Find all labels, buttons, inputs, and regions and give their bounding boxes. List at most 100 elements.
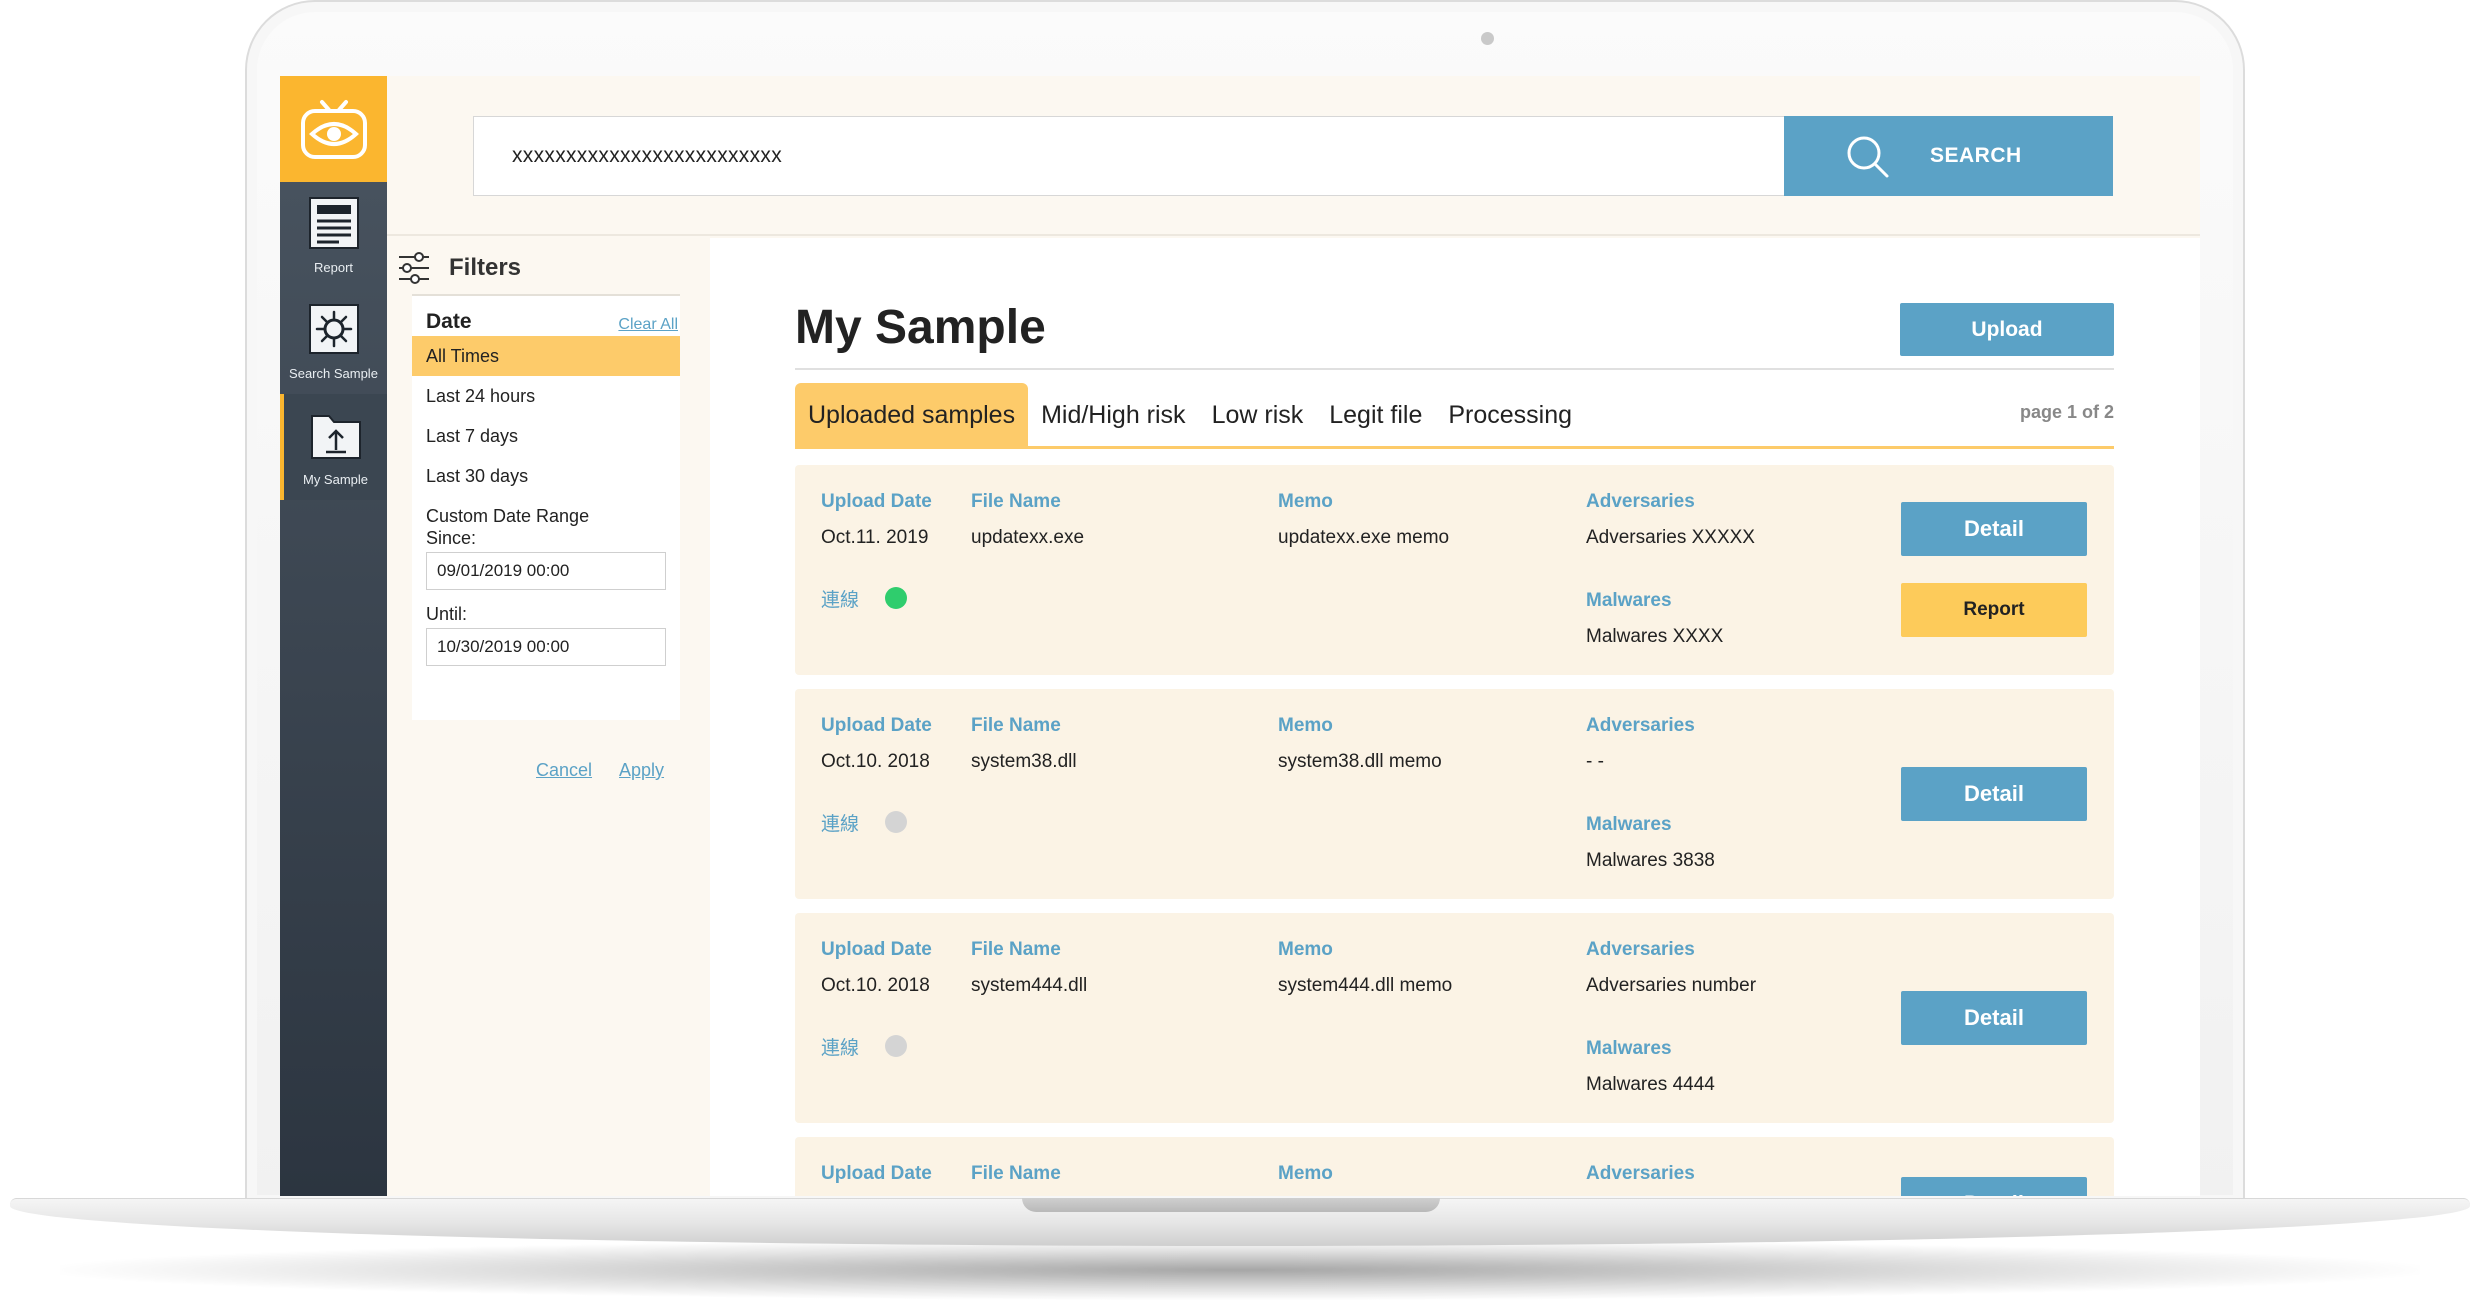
file-name-value: system444.dll	[971, 975, 1088, 996]
adversaries-value: Adversaries number	[1586, 975, 1757, 996]
memo-header: Memo	[1278, 939, 1333, 960]
tab-bar: Uploaded samples Mid/High risk Low risk …	[795, 383, 1585, 447]
sample-card: Upload Date File Name Memo Adversaries O…	[795, 689, 2114, 899]
memo-value: system38.dll memo	[1278, 751, 1442, 772]
adversaries-header: Adversaries	[1586, 715, 1695, 736]
connection-status-dot	[885, 1035, 907, 1057]
upload-date-header: Upload Date	[821, 491, 932, 512]
report-button[interactable]: Report	[1901, 583, 2087, 637]
file-name-header: File Name	[971, 1163, 1061, 1184]
page-indicator: page 1 of 2	[2019, 402, 2114, 422]
memo-header: Memo	[1278, 1163, 1333, 1184]
camera-dot	[1481, 32, 1494, 45]
filters-title: Filters	[449, 254, 522, 281]
filter-option-last-24-hours[interactable]: Last 24 hours	[412, 376, 680, 416]
sidebar-item-my-sample[interactable]: My Sample	[280, 394, 387, 500]
page-title: My Sample	[795, 301, 1046, 354]
sidebar-item-search-sample[interactable]: Search Sample	[280, 288, 387, 394]
adversaries-header: Adversaries	[1586, 1163, 1695, 1184]
file-name-header: File Name	[971, 491, 1061, 512]
file-name-header: File Name	[971, 715, 1061, 736]
search-icon	[1847, 136, 1889, 178]
filters-panel: Date Clear All All Times Last 24 hours L…	[412, 294, 680, 780]
connection-status-dot	[885, 811, 907, 833]
tab-processing[interactable]: Processing	[1435, 383, 1585, 447]
malwares-value: Malwares XXXX	[1586, 626, 1724, 647]
sidebar: Report Search Sample My Sample	[280, 76, 387, 1196]
adversaries-header: Adversaries	[1586, 491, 1695, 512]
filter-option-last-7-days[interactable]: Last 7 days	[412, 416, 680, 456]
app-screen: Report Search Sample My Sample xxxxxxxxx…	[280, 76, 2200, 1196]
file-name-value: updatexx.exe	[971, 527, 1085, 548]
file-name-value: system38.dll	[971, 751, 1077, 772]
connection-label: 連線	[821, 590, 860, 611]
sidebar-item-label: My Sample	[302, 472, 369, 487]
clear-all-link[interactable]: Clear All	[618, 316, 678, 334]
search-input-value: xxxxxxxxxxxxxxxxxxxxxxxxx	[512, 144, 782, 167]
sample-card: Upload Date File Name Memo Adversaries O…	[795, 465, 2114, 675]
apply-link[interactable]: Apply	[619, 760, 664, 781]
adversaries-value: Adversaries XXXXX	[1586, 527, 1755, 548]
since-label: Since:	[426, 528, 477, 548]
malwares-header: Malwares	[1586, 814, 1672, 835]
upload-folder-icon	[310, 415, 361, 459]
since-date-field[interactable]: 09/01/2019 00:00	[426, 552, 666, 590]
filters-header: Filters	[397, 248, 697, 288]
adversaries-value: - -	[1586, 751, 1604, 772]
file-name-header: File Name	[971, 939, 1061, 960]
connection-label: 連線	[821, 1038, 860, 1059]
laptop-shadow	[60, 1240, 2420, 1300]
since-date-value: 09/01/2019 00:00	[437, 561, 570, 580]
connection-label: 連線	[821, 814, 860, 835]
memo-value: updatexx.exe memo	[1278, 527, 1450, 548]
main-content: My Sample Upload Uploaded samples Mid/Hi…	[710, 238, 2200, 1196]
tab-mid-high-risk[interactable]: Mid/High risk	[1028, 383, 1198, 447]
upload-button[interactable]: Upload	[1900, 303, 2114, 356]
malwares-value: Malwares 4444	[1586, 1074, 1715, 1095]
detail-button[interactable]: Detail	[1901, 1177, 2087, 1196]
search-button[interactable]: SEARCH	[1784, 116, 2113, 196]
sample-card: Upload Date File Name Memo Adversaries O…	[795, 913, 2114, 1123]
logo[interactable]	[280, 76, 387, 182]
upload-date-header: Upload Date	[821, 939, 932, 960]
virus-search-icon	[308, 304, 359, 354]
filter-option-all-times[interactable]: All Times	[412, 336, 680, 376]
search-input[interactable]: xxxxxxxxxxxxxxxxxxxxxxxxx	[473, 116, 1784, 196]
upload-date-value: Oct.10. 2018	[821, 975, 930, 996]
sidebar-item-report[interactable]: Report	[280, 182, 387, 288]
tab-low-risk[interactable]: Low risk	[1199, 383, 1317, 447]
filter-option-last-30-days[interactable]: Last 30 days	[412, 456, 680, 496]
sliders-icon	[399, 252, 429, 284]
report-doc-icon	[308, 197, 359, 249]
search-button-label: SEARCH	[1930, 144, 2022, 167]
upload-date-value: Oct.10. 2018	[821, 751, 930, 772]
detail-button[interactable]: Detail	[1901, 767, 2087, 821]
tab-legit-file[interactable]: Legit file	[1316, 383, 1435, 447]
tab-uploaded-samples[interactable]: Uploaded samples	[795, 383, 1029, 447]
malwares-header: Malwares	[1586, 1038, 1672, 1059]
until-date-value: 10/30/2019 00:00	[437, 637, 570, 656]
connection-status-dot	[885, 587, 907, 609]
eye-tv-logo-icon	[300, 100, 367, 159]
cancel-link[interactable]: Cancel	[536, 760, 592, 781]
header-divider	[387, 234, 2200, 236]
memo-header: Memo	[1278, 715, 1333, 736]
until-date-field[interactable]: 10/30/2019 00:00	[426, 628, 666, 666]
malwares-header: Malwares	[1586, 590, 1672, 611]
sidebar-item-label: Search Sample	[289, 366, 378, 381]
sidebar-item-label: Report	[313, 260, 354, 275]
laptop-notch	[1022, 1198, 1440, 1212]
memo-value: system444.dll memo	[1278, 975, 1453, 996]
detail-button[interactable]: Detail	[1901, 991, 2087, 1045]
upload-date-header: Upload Date	[821, 715, 932, 736]
until-label: Until:	[426, 604, 468, 624]
filter-section-date: Date	[426, 310, 472, 333]
tabs-underline	[795, 446, 2114, 449]
upload-date-header: Upload Date	[821, 1163, 932, 1184]
sample-card: Upload Date File Name Memo Adversaries D…	[795, 1137, 2114, 1196]
upload-date-value: Oct.11. 2019	[821, 527, 929, 548]
detail-button[interactable]: Detail	[1901, 502, 2087, 556]
adversaries-header: Adversaries	[1586, 939, 1695, 960]
memo-header: Memo	[1278, 491, 1333, 512]
title-divider	[795, 368, 2114, 370]
